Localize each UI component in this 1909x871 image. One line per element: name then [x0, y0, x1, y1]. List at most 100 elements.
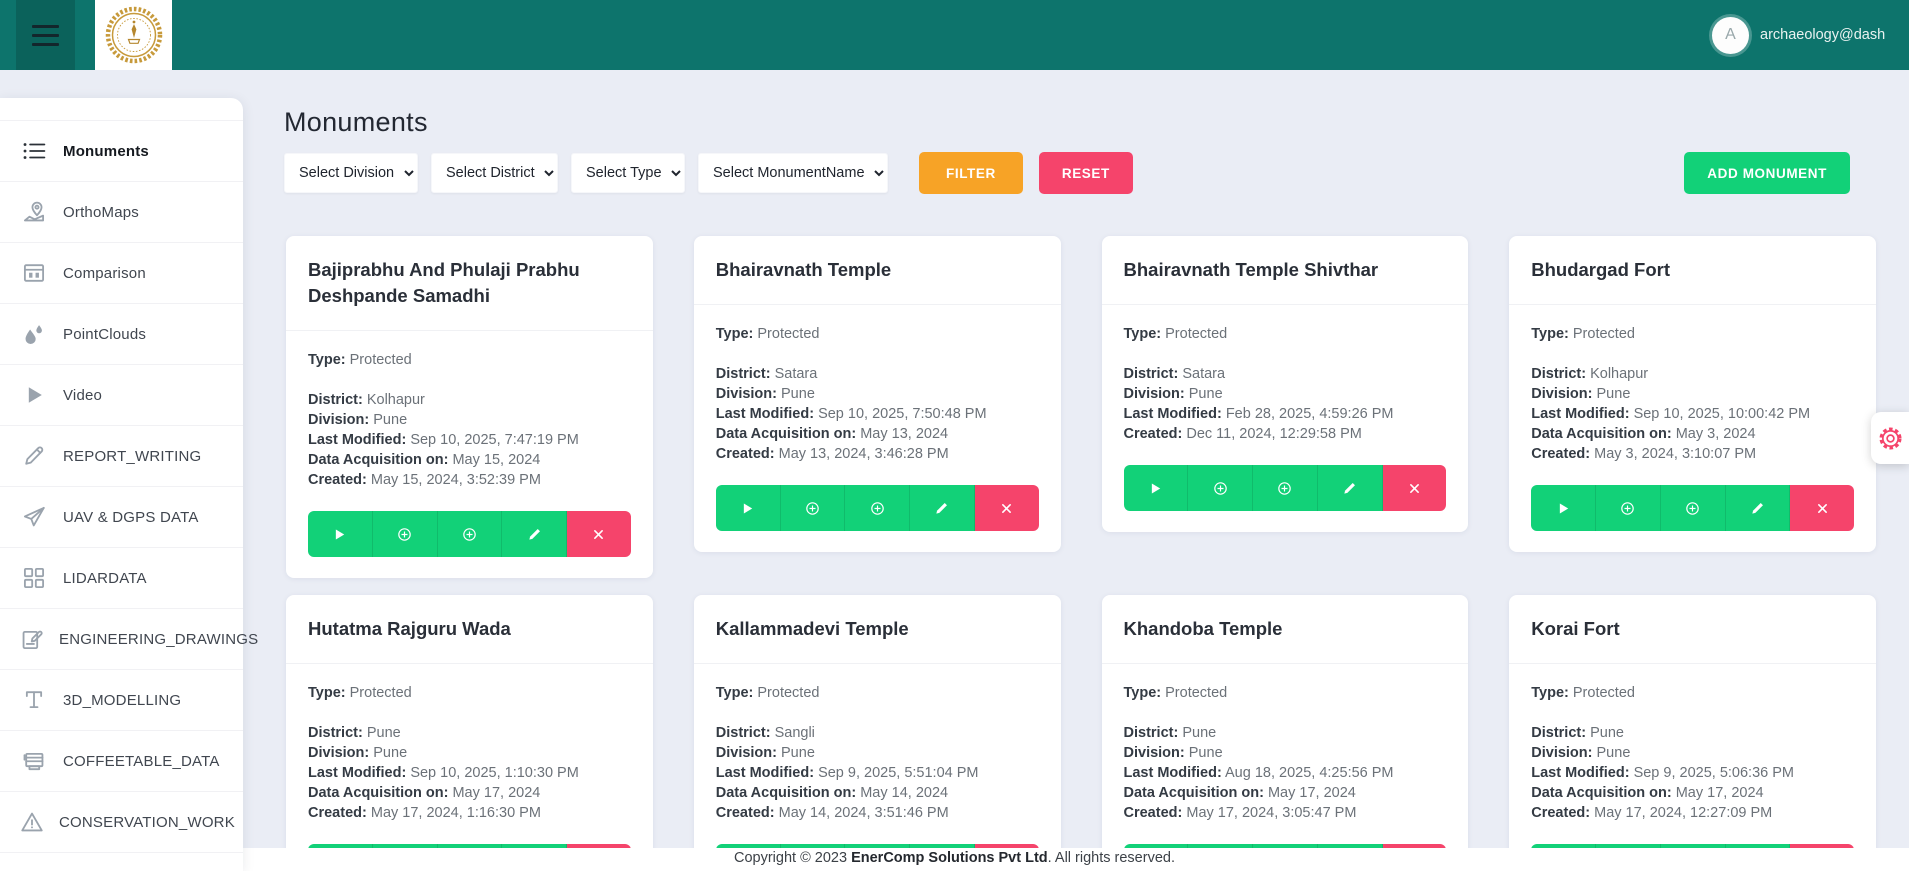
monument-card: Hutatma Rajguru Wada Type: Protected Dis… — [286, 595, 653, 871]
monument-name-select[interactable]: Select MonumentName — [698, 153, 888, 193]
type-select[interactable]: Select Type — [571, 153, 685, 193]
sidebar-item-comparison[interactable]: Comparison — [0, 243, 243, 304]
division-label: Division: — [1124, 745, 1185, 761]
monument-card: Korai Fort Type: Protected District: Pun… — [1509, 595, 1876, 871]
card-edit-button[interactable] — [502, 511, 567, 557]
sidebar-item-pointclouds[interactable]: PointClouds — [0, 304, 243, 365]
district-value: Kolhapur — [1590, 366, 1648, 382]
district-value: Pune — [1182, 725, 1216, 741]
add-monument-button[interactable]: ADD MONUMENT — [1684, 152, 1850, 194]
plus-circle-icon — [805, 501, 820, 516]
card-action-bar — [1531, 485, 1854, 531]
created-label: Created: — [1124, 805, 1183, 821]
card-add-button[interactable] — [1596, 485, 1661, 531]
sidebar-item-video[interactable]: Video — [0, 365, 243, 426]
division-value: Pune — [373, 745, 407, 761]
sidebar-item-monuments[interactable]: Monuments — [0, 121, 243, 182]
type-value: Protected — [1165, 685, 1227, 701]
card-play-button[interactable] — [308, 511, 373, 557]
district-value: Pune — [367, 725, 401, 741]
data-acquisition-label: Data Acquisition on: — [308, 452, 448, 468]
created-label: Created: — [1124, 426, 1183, 442]
district-value: Pune — [1590, 725, 1624, 741]
division-label: Division: — [716, 745, 777, 761]
type-row: Type: Protected — [1124, 683, 1447, 703]
close-icon — [999, 501, 1014, 516]
monument-card: Bhairavnath Temple Type: Protected Distr… — [694, 236, 1061, 552]
grid-icon — [19, 565, 49, 591]
data-acquisition-row: Data Acquisition on: May 17, 2024 — [308, 783, 631, 803]
plus-circle-icon — [1685, 501, 1700, 516]
plus-circle-icon — [1277, 481, 1292, 496]
district-row: District: Pune — [1124, 723, 1447, 743]
gear-icon — [1877, 425, 1904, 452]
card-add-button[interactable] — [1188, 465, 1253, 511]
pencil-icon — [19, 443, 49, 469]
last-modified-label: Last Modified: — [1531, 406, 1629, 422]
created-value: May 13, 2024, 3:46:28 PM — [779, 446, 949, 462]
type-row: Type: Protected — [308, 683, 631, 703]
district-label: District: — [716, 366, 771, 382]
play-icon — [19, 382, 49, 408]
card-edit-button[interactable] — [1318, 465, 1383, 511]
monument-title: Hutatma Rajguru Wada — [308, 616, 631, 642]
created-label: Created: — [1531, 446, 1590, 462]
card-edit-button[interactable] — [1726, 485, 1791, 531]
district-row: District: Satara — [1124, 364, 1447, 384]
sidebar-item-3d-modelling[interactable]: 3D_MODELLING — [0, 670, 243, 731]
division-select[interactable]: Select Division — [284, 153, 418, 193]
card-edit-button[interactable] — [910, 485, 975, 531]
filter-button[interactable]: FILTER — [919, 152, 1023, 194]
division-value: Pune — [1597, 745, 1631, 761]
card-delete-button[interactable] — [975, 485, 1039, 531]
list-icon — [19, 138, 49, 164]
card-delete-button[interactable] — [1790, 485, 1854, 531]
monument-card: Bhairavnath Temple Shivthar Type: Protec… — [1102, 236, 1469, 532]
sidebar-item-lidardata[interactable]: LIDARDATA — [0, 548, 243, 609]
sidebar-item-label: LIDARDATA — [63, 570, 147, 587]
sidebar-item-report-writing[interactable]: REPORT_WRITING — [0, 426, 243, 487]
division-row: Division: Pune — [1531, 384, 1854, 404]
card-add-alt-button[interactable] — [1661, 485, 1726, 531]
monument-title: Bhairavnath Temple — [716, 257, 1039, 283]
card-add-button[interactable] — [781, 485, 846, 531]
monument-title: Bajiprabhu And Phulaji Prabhu Deshpande … — [308, 257, 631, 309]
district-select[interactable]: Select District — [431, 153, 558, 193]
card-play-button[interactable] — [1124, 465, 1189, 511]
company-name: EnerComp Solutions Pvt Ltd — [851, 850, 1048, 866]
user-menu[interactable]: A archaeology@dash — [1712, 0, 1885, 70]
main-content: Monuments Select Division Select Distric… — [243, 70, 1909, 871]
card-add-alt-button[interactable] — [845, 485, 910, 531]
settings-fab[interactable] — [1871, 412, 1909, 464]
sidebar-item-conservation-work[interactable]: CONSERVATION_WORK — [0, 792, 243, 853]
type-row: Type: Protected — [1531, 683, 1854, 703]
card-add-alt-button[interactable] — [1253, 465, 1318, 511]
sidebar-item-coffeetable-data[interactable]: COFFEETABLE_DATA — [0, 731, 243, 792]
warning-triangle-icon — [19, 809, 45, 835]
last-modified-label: Last Modified: — [716, 765, 814, 781]
data-acquisition-label: Data Acquisition on: — [1531, 426, 1671, 442]
play-solid-icon — [332, 527, 347, 542]
data-acquisition-row: Data Acquisition on: May 17, 2024 — [1531, 783, 1854, 803]
hamburger-menu-button[interactable] — [16, 0, 75, 70]
sidebar-item-orthomaps[interactable]: OrthoMaps — [0, 182, 243, 243]
card-action-bar — [308, 511, 631, 557]
sidebar-item-engineering-drawings[interactable]: ENGINEERING_DRAWINGS — [0, 609, 243, 670]
monument-title: Kallammadevi Temple — [716, 616, 1039, 642]
sidebar-item-label: Comparison — [63, 265, 146, 282]
reset-button[interactable]: RESET — [1039, 152, 1133, 194]
card-delete-button[interactable] — [567, 511, 631, 557]
data-acquisition-label: Data Acquisition on: — [1531, 785, 1671, 801]
card-delete-button[interactable] — [1383, 465, 1447, 511]
data-acquisition-row: Data Acquisition on: May 14, 2024 — [716, 783, 1039, 803]
card-add-button[interactable] — [373, 511, 438, 557]
rights-text: . All rights reserved. — [1048, 850, 1175, 866]
card-play-button[interactable] — [716, 485, 781, 531]
division-row: Division: Pune — [308, 743, 631, 763]
sidebar-item-label: Video — [63, 387, 102, 404]
sidebar-item-uav-dgps-data[interactable]: UAV & DGPS DATA — [0, 487, 243, 548]
card-play-button[interactable] — [1531, 485, 1596, 531]
card-add-alt-button[interactable] — [438, 511, 503, 557]
data-acquisition-value: May 17, 2024 — [1268, 785, 1356, 801]
created-row: Created: May 13, 2024, 3:46:28 PM — [716, 444, 1039, 464]
